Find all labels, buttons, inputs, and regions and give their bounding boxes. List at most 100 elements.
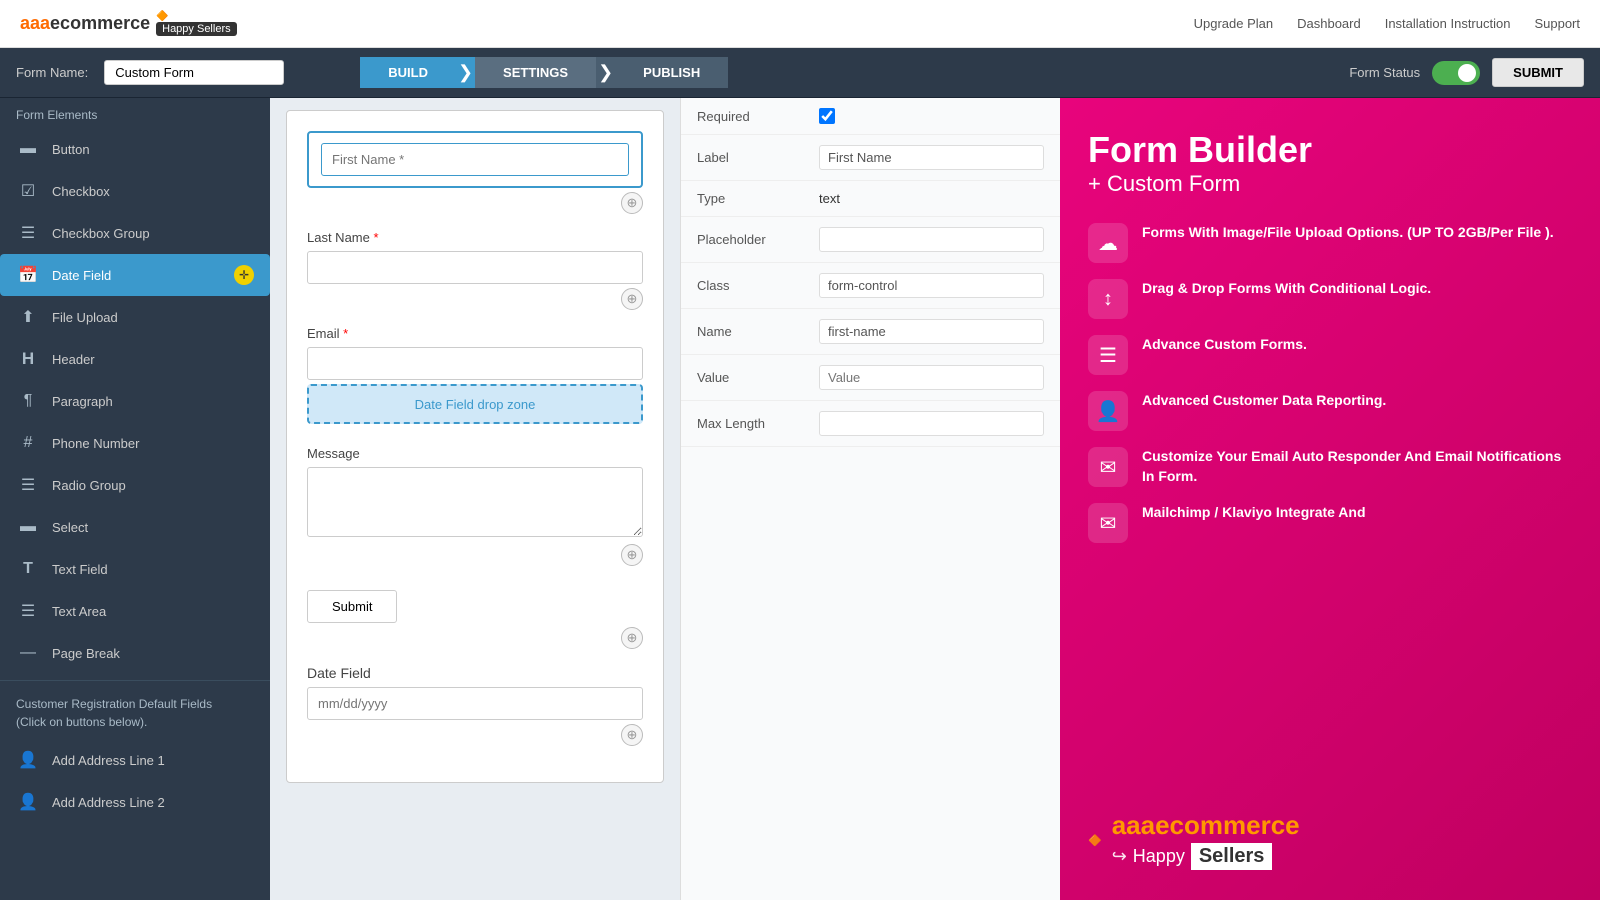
form-canvas: ⊕ Last Name * ⊕ Email * Date Field drop … xyxy=(286,110,664,783)
feature-item-3: 👤 Advanced Customer Data Reporting. xyxy=(1088,391,1572,431)
sidebar-item-header[interactable]: H Header xyxy=(0,338,270,380)
text-area-icon: ☰ xyxy=(16,599,40,623)
nav-links: Upgrade Plan Dashboard Installation Inst… xyxy=(1194,16,1580,31)
add-field-after-message[interactable]: ⊕ xyxy=(621,544,643,566)
last-name-label: Last Name * xyxy=(307,230,643,245)
prop-row-class: Class xyxy=(681,263,1060,309)
drag-indicator: ✛ xyxy=(234,265,254,285)
class-input[interactable] xyxy=(819,273,1044,298)
main-content: Form Elements ▬ Button ☑ Checkbox ☰ Chec… xyxy=(0,98,1600,900)
add-field-after-submit[interactable]: ⊕ xyxy=(621,627,643,649)
phone-icon: # xyxy=(16,431,40,455)
label-input[interactable] xyxy=(819,145,1044,170)
form-status-toggle[interactable] xyxy=(1432,61,1480,85)
feature-item-4: ✉ Customize Your Email Auto Responder An… xyxy=(1088,447,1572,487)
add-field-after-firstname[interactable]: ⊕ xyxy=(621,192,643,214)
bottom-logo: 🔶 aaaecommerce ↪ Happy Sellers xyxy=(1088,810,1572,870)
sidebar-item-label: Phone Number xyxy=(52,436,139,451)
sidebar-item-page-break[interactable]: — Page Break xyxy=(0,632,270,674)
nav-support[interactable]: Support xyxy=(1534,16,1580,31)
sidebar-divider xyxy=(0,680,270,681)
form-name-input[interactable] xyxy=(104,60,284,85)
add-field-after-date[interactable]: ⊕ xyxy=(621,724,643,746)
form-status-label: Form Status xyxy=(1349,65,1420,80)
sidebar-item-label: Page Break xyxy=(52,646,120,661)
field-email: Email * Date Field drop zone xyxy=(307,326,643,430)
button-icon: ▬ xyxy=(16,137,40,161)
prop-row-value: Value xyxy=(681,355,1060,401)
sidebar-item-label: Text Area xyxy=(52,604,106,619)
form-submit-btn[interactable]: Submit xyxy=(307,590,397,623)
maxlength-label: Max Length xyxy=(697,416,807,431)
right-panel-title: Form Builder xyxy=(1088,128,1572,171)
prop-row-type: Type text xyxy=(681,181,1060,217)
sidebar-item-select[interactable]: ▬ Select xyxy=(0,506,270,548)
form-elements-title: Form Elements xyxy=(0,98,270,128)
sidebar-item-text-field[interactable]: T Text Field xyxy=(0,548,270,590)
sidebar-item-text-area[interactable]: ☰ Text Area xyxy=(0,590,270,632)
field-message: Message ⊕ xyxy=(307,446,643,566)
add-field-after-lastname[interactable]: ⊕ xyxy=(621,288,643,310)
logo-text: aaaecommerce xyxy=(20,13,150,34)
name-input[interactable] xyxy=(819,319,1044,344)
bottom-amazon-arrow: ↪ xyxy=(1112,846,1127,867)
feature-text-4: Customize Your Email Auto Responder And … xyxy=(1142,447,1572,486)
prop-row-label: Label xyxy=(681,135,1060,181)
feature-item-1: ↕ Drag & Drop Forms With Conditional Log… xyxy=(1088,279,1572,319)
tab-settings[interactable]: SETTINGS xyxy=(475,57,596,88)
nav-upgrade[interactable]: Upgrade Plan xyxy=(1194,16,1274,31)
sidebar-item-label: Header xyxy=(52,352,95,367)
sidebar-item-phone-number[interactable]: # Phone Number xyxy=(0,422,270,464)
feature-icon-1: ↕ xyxy=(1088,279,1128,319)
tab-publish[interactable]: PUBLISH xyxy=(615,57,728,88)
sidebar-item-label: Add Address Line 1 xyxy=(52,753,165,768)
message-textarea[interactable] xyxy=(307,467,643,537)
header-icon: H xyxy=(16,347,40,371)
sidebar-item-checkbox-group[interactable]: ☰ Checkbox Group xyxy=(0,212,270,254)
sidebar-item-add-address-1[interactable]: 👤 Add Address Line 1 xyxy=(0,739,270,781)
submit-button[interactable]: SUBMIT xyxy=(1492,58,1584,87)
sidebar-item-label: Paragraph xyxy=(52,394,113,409)
type-label: Type xyxy=(697,191,807,206)
tab-build[interactable]: BUILD xyxy=(360,57,456,88)
name-label: Name xyxy=(697,324,807,339)
sidebar-item-file-upload[interactable]: ⬆ File Upload xyxy=(0,296,270,338)
sidebar-item-label: Select xyxy=(52,520,88,535)
logo-highlight: aaa xyxy=(20,13,50,33)
nav-dashboard[interactable]: Dashboard xyxy=(1297,16,1361,31)
value-input[interactable] xyxy=(819,365,1044,390)
form-header: Form Name: BUILD ❯ SETTINGS ❯ PUBLISH Fo… xyxy=(0,48,1600,98)
maxlength-input[interactable] xyxy=(819,411,1044,436)
paragraph-icon: ¶ xyxy=(16,389,40,413)
first-name-input[interactable] xyxy=(321,143,629,176)
placeholder-label: Placeholder xyxy=(697,232,807,247)
sidebar-item-button[interactable]: ▬ Button xyxy=(0,128,270,170)
date-field-label: Date Field xyxy=(307,665,643,681)
date-field-input[interactable] xyxy=(307,687,643,720)
right-panel-subtitle: + Custom Form xyxy=(1088,171,1572,197)
first-name-wrapper xyxy=(307,131,643,188)
sidebar-item-date-field[interactable]: 📅 Date Field ✛ xyxy=(0,254,270,296)
logo: aaaecommerce 🔶 Happy Sellers xyxy=(20,11,237,36)
required-label: Required xyxy=(697,109,807,124)
address1-icon: 👤 xyxy=(16,748,40,772)
nav-installation[interactable]: Installation Instruction xyxy=(1385,16,1511,31)
field-last-name: Last Name * ⊕ xyxy=(307,230,643,310)
sidebar-item-checkbox[interactable]: ☑ Checkbox xyxy=(0,170,270,212)
sidebar-item-add-address-2[interactable]: 👤 Add Address Line 2 xyxy=(0,781,270,823)
sidebar-item-label: Date Field xyxy=(52,268,111,283)
sidebar-item-label: File Upload xyxy=(52,310,118,325)
feature-icon-0: ☁ xyxy=(1088,223,1128,263)
email-input[interactable] xyxy=(307,347,643,380)
last-name-input[interactable] xyxy=(307,251,643,284)
sidebar-item-paragraph[interactable]: ¶ Paragraph xyxy=(0,380,270,422)
feature-list: ☁ Forms With Image/File Upload Options. … xyxy=(1088,223,1572,543)
sidebar-item-label: Checkbox Group xyxy=(52,226,150,241)
feature-icon-3: 👤 xyxy=(1088,391,1128,431)
sidebar-item-label: Button xyxy=(52,142,90,157)
field-first-name: ⊕ xyxy=(307,131,643,214)
sidebar-item-radio-group[interactable]: ☰ Radio Group xyxy=(0,464,270,506)
placeholder-input[interactable] xyxy=(819,227,1044,252)
date-field-icon: 📅 xyxy=(16,263,40,287)
required-checkbox[interactable] xyxy=(819,108,835,124)
